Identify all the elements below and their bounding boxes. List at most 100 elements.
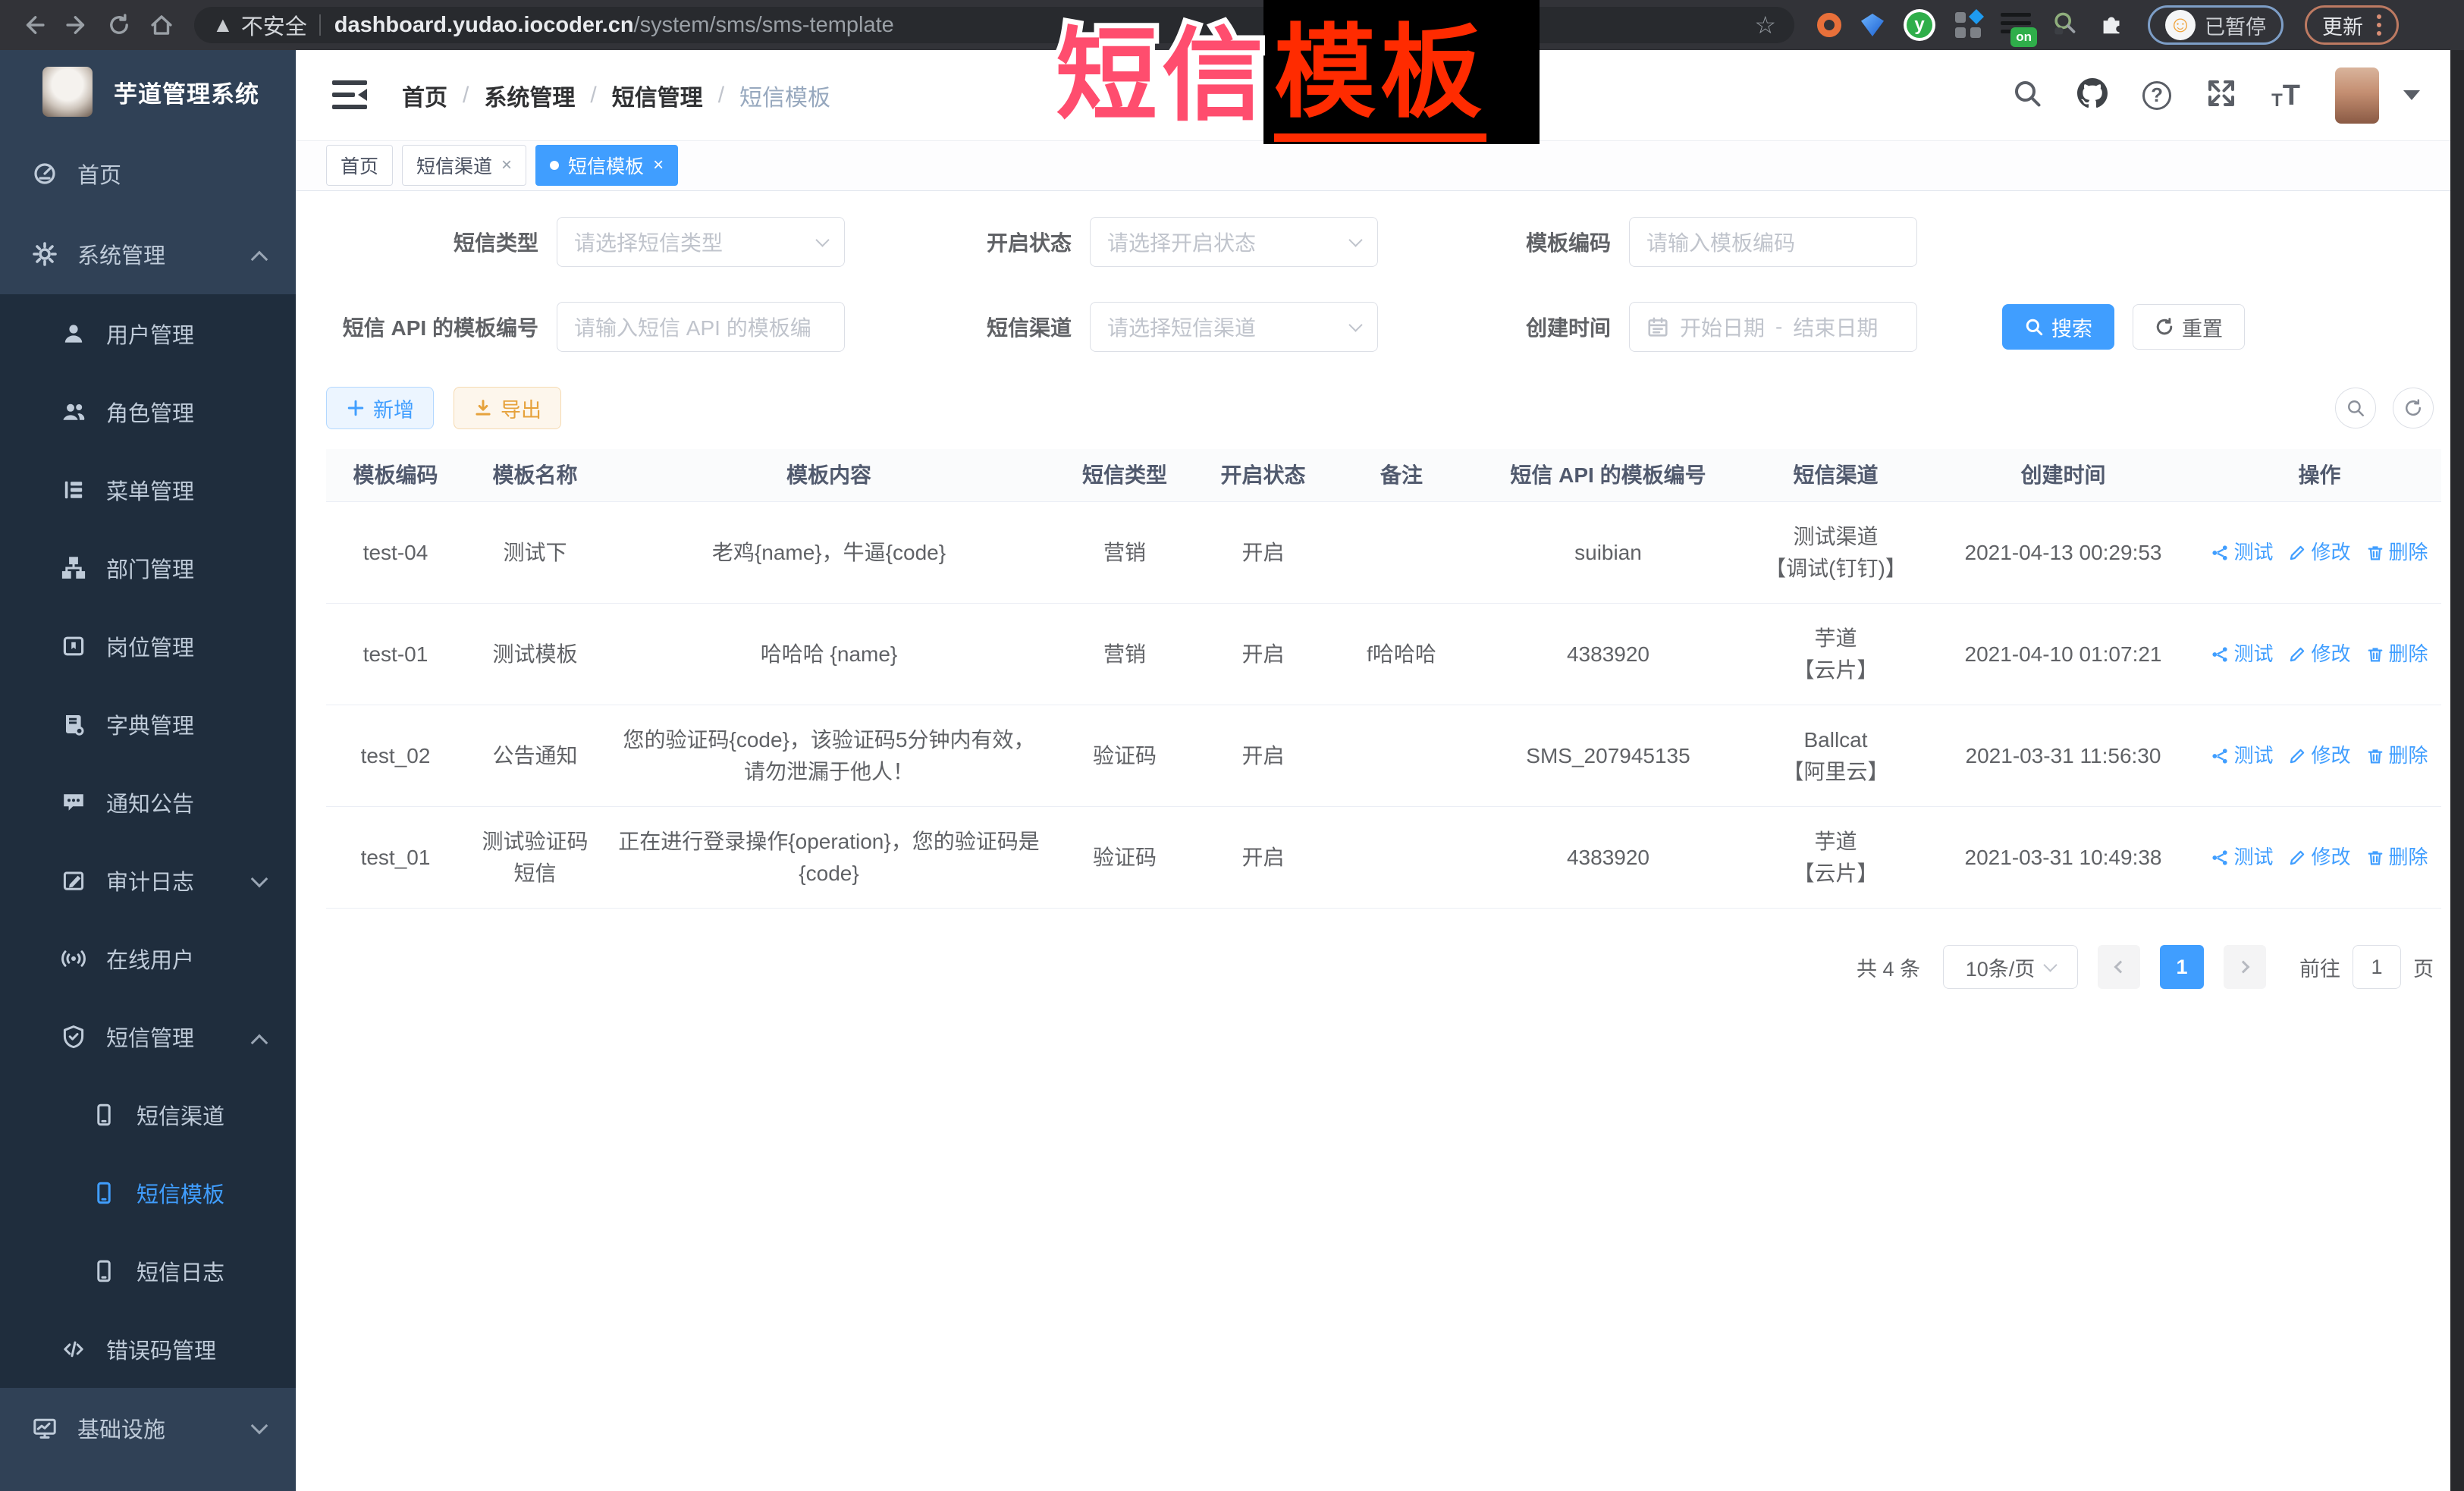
tab-home[interactable]: 首页 [326,145,393,186]
prev-page-button[interactable] [2098,945,2140,989]
close-icon[interactable] [653,156,664,174]
sidebar-item-home[interactable]: 首页 [0,133,296,214]
browser-reload-icon[interactable] [102,8,137,42]
sidebar-item-role-management[interactable]: 角色管理 [0,372,296,450]
extension-y-icon[interactable]: y [1904,9,1935,41]
test-link[interactable]: 测试 [2211,843,2273,872]
browser-back-icon[interactable] [17,8,52,42]
create-time-range-picker[interactable]: 开始日期 - 结束日期 [1629,302,1917,352]
sidebar-item-dict-management[interactable]: 字典管理 [0,685,296,763]
delete-link[interactable]: 删除 [2366,843,2428,872]
sidebar-item-infrastructure[interactable]: 基础设施 [0,1388,296,1468]
tab-sms-channel[interactable]: 短信渠道 [402,145,526,186]
sidebar-item-online-users[interactable]: 在线用户 [0,919,296,997]
extensions-puzzle-icon[interactable] [2098,9,2127,42]
sidebar-item-sms-channel[interactable]: 短信渠道 [0,1075,296,1154]
search-icon[interactable] [2012,78,2042,112]
sidebar-item-notice-announcement[interactable]: 通知公告 [0,763,296,841]
sidebar-item-error-code-management[interactable]: 错误码管理 [0,1310,296,1388]
search-icon [2024,317,2044,337]
status-select[interactable]: 请选择开启状态 [1090,217,1378,267]
sidebar: 芋道管理系统 首页 系统管理 用户管理 角色管理 [0,50,296,1491]
edit-link[interactable]: 修改 [2288,741,2350,771]
test-link[interactable]: 测试 [2211,538,2273,567]
browser-update-button[interactable]: 更新 [2305,5,2399,45]
sidebar-item-sms-management[interactable]: 短信管理 [0,997,296,1075]
browser-home-icon[interactable] [144,8,179,42]
monitor-icon [32,1416,58,1440]
start-date-placeholder: 开始日期 [1680,312,1765,342]
extension-list-icon[interactable]: on [2001,12,2031,38]
page-size-select[interactable]: 10条/页 [1943,945,2078,989]
audit-log-icon [61,868,86,893]
sidebar-item-user-management[interactable]: 用户管理 [0,294,296,372]
goto-page-input[interactable]: 1 [2353,945,2401,989]
chevron-up-icon [251,251,268,268]
fullscreen-icon[interactable] [2206,78,2236,112]
github-icon[interactable] [2077,78,2108,112]
api-template-id-input[interactable]: 请输入短信 API 的模板编 [557,302,845,352]
delete-link[interactable]: 删除 [2366,538,2428,567]
sidebar-item-sms-log[interactable]: 短信日志 [0,1232,296,1310]
sms-type-select[interactable]: 请选择短信类型 [557,217,845,267]
sidebar-item-system-management[interactable]: 系统管理 [0,214,296,294]
extension-gem-icon[interactable] [1861,14,1884,36]
breadcrumb: 首页 / 系统管理 / 短信管理 / 短信模板 [402,79,830,112]
user-avatar[interactable] [2335,67,2379,124]
sidebar-item-sms-template[interactable]: 短信模板 [0,1154,296,1232]
bookmark-star-icon[interactable]: ☆ [1754,11,1776,39]
next-page-button[interactable] [2224,945,2266,989]
main-panel: 首页 / 系统管理 / 短信管理 / 短信模板 [296,50,2450,1491]
sidebar-item-dept-management[interactable]: 部门管理 [0,529,296,607]
edit-pencil-icon [2288,849,2306,867]
profile-paused-label: 已暂停 [2205,11,2266,40]
breadcrumb-system[interactable]: 系统管理 [484,79,575,112]
export-button[interactable]: 导出 [454,387,561,429]
table-row: test-04 测试下 老鸡{name}，牛逼{code} 营销 开启 suib… [326,502,2441,604]
browser-forward-icon[interactable] [59,8,94,42]
not-secure-label: 不安全 [241,9,307,41]
close-icon[interactable] [501,156,512,174]
extension-grid-icon[interactable] [1955,12,1981,38]
breadcrumb-sms[interactable]: 短信管理 [612,79,703,112]
share-icon [2211,645,2229,664]
extension-ring-icon[interactable] [1817,13,1841,37]
extension-on-badge: on [2010,27,2037,47]
help-icon[interactable] [2142,81,2171,110]
add-button[interactable]: 新增 [326,387,434,429]
tab-sms-template[interactable]: 短信模板 [535,145,678,186]
dashboard-icon [32,162,58,186]
reset-button[interactable]: 重置 [2133,304,2245,350]
edit-link[interactable]: 修改 [2288,639,2350,669]
browser-profile-chip[interactable]: ☺ 已暂停 [2148,5,2284,45]
announcement-icon [61,790,86,815]
test-link[interactable]: 测试 [2211,741,2273,771]
search-button[interactable]: 搜索 [2002,304,2114,350]
search-icon [2346,398,2365,418]
refresh-table-button[interactable] [2393,388,2434,428]
window-scroll-strip[interactable] [2450,50,2464,1491]
font-size-icon[interactable] [2271,81,2300,110]
dictionary-icon [61,712,86,736]
app-logo[interactable]: 芋道管理系统 [0,50,296,133]
page-number-1[interactable]: 1 [2160,945,2204,989]
sidebar-item-menu-management[interactable]: 菜单管理 [0,450,296,529]
delete-link[interactable]: 删除 [2366,741,2428,771]
test-link[interactable]: 测试 [2211,639,2273,669]
show-search-button[interactable] [2335,388,2376,428]
page-content: 短信类型 请选择短信类型 开启状态 请选择开启状态 模板编码 请输入模板编码 [296,191,2450,1491]
avatar-dropdown-caret-icon[interactable] [2403,90,2420,100]
sidebar-item-post-management[interactable]: 岗位管理 [0,607,296,685]
extension-magnifier-icon[interactable] [2051,10,2078,41]
address-bar[interactable]: ▲ 不安全 dashboard.yudao.iocoder.cn/system/… [194,7,1794,43]
template-code-input[interactable]: 请输入模板编码 [1629,217,1917,267]
edit-link[interactable]: 修改 [2288,843,2350,872]
delete-link[interactable]: 删除 [2366,639,2428,669]
breadcrumb-home[interactable]: 首页 [402,79,447,112]
trash-icon [2366,544,2384,562]
sms-channel-select[interactable]: 请选择短信渠道 [1090,302,1378,352]
chevron-down-icon [815,233,829,246]
sidebar-collapse-icon[interactable] [332,80,367,111]
edit-link[interactable]: 修改 [2288,538,2350,567]
sidebar-item-audit-log[interactable]: 审计日志 [0,841,296,919]
